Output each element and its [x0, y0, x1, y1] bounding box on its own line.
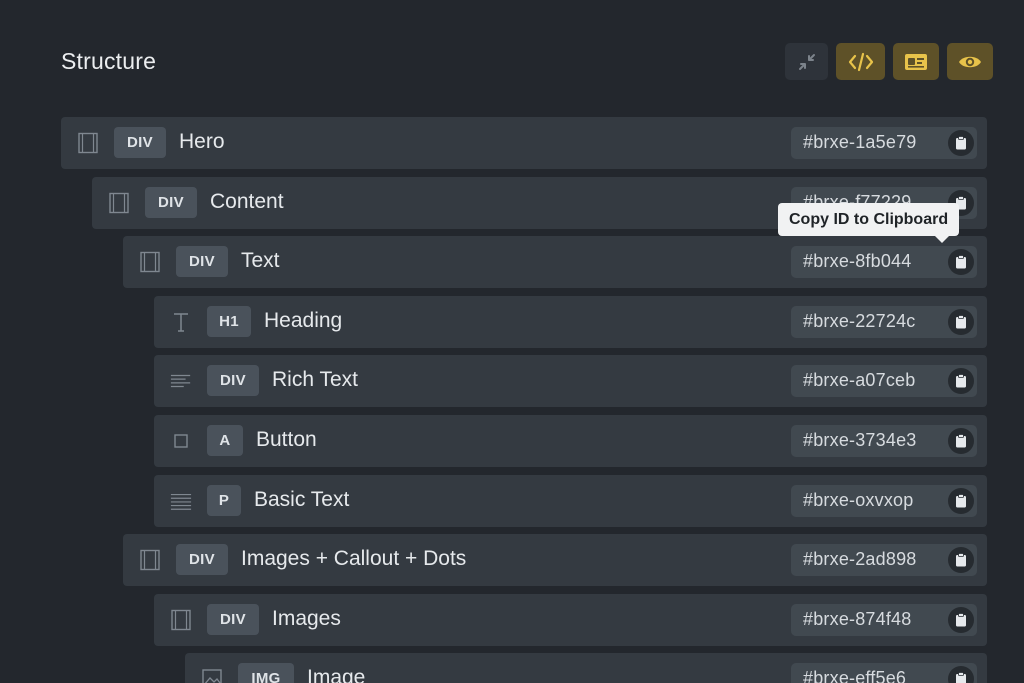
structure-row[interactable]: DIV Text #brxe-8fb044 — [123, 236, 987, 288]
element-id-field: #brxe-eff5e6 — [791, 663, 977, 683]
element-label: Content — [210, 190, 284, 213]
rich-text-icon — [170, 370, 192, 392]
structure-row[interactable]: DIV Rich Text #brxe-a07ceb — [154, 355, 987, 407]
element-tag-badge: A — [207, 425, 243, 456]
element-tag-badge: DIV — [207, 604, 259, 635]
element-id-text: #brxe-874f48 — [803, 609, 912, 629]
element-tag-badge: IMG — [238, 663, 294, 683]
structure-row[interactable]: P Basic Text #brxe-oxvxop — [154, 475, 987, 527]
container-icon — [139, 549, 161, 571]
copy-id-button[interactable] — [948, 488, 974, 514]
container-icon — [77, 132, 99, 154]
element-id-field: #brxe-oxvxop — [791, 485, 977, 517]
structure-row[interactable]: DIV Hero #brxe-1a5e79 — [61, 117, 987, 169]
copy-id-tooltip: Copy ID to Clipboard — [778, 203, 960, 243]
copy-id-button[interactable] — [948, 130, 974, 156]
clipboard-icon — [955, 136, 967, 150]
structure-panel: Structure DIV Hero #brxe-1a5e79 DIV Cont… — [0, 0, 1024, 683]
button-icon — [170, 430, 192, 452]
element-id-field: #brxe-8fb044 — [791, 246, 977, 278]
structure-tree: DIV Hero #brxe-1a5e79 DIV Content #brxe-f7722… — [0, 0, 1024, 683]
element-tag-badge: DIV — [176, 246, 228, 277]
element-label: Hero — [179, 130, 225, 153]
element-id-field: #brxe-1a5e79 — [791, 127, 977, 159]
clipboard-icon — [955, 315, 967, 329]
element-id-text: #brxe-22724c — [803, 311, 916, 331]
clipboard-icon — [955, 672, 967, 683]
structure-row[interactable]: A Button #brxe-3734e3 — [154, 415, 987, 467]
heading-icon — [170, 311, 192, 333]
structure-row[interactable]: IMG Image #brxe-eff5e6 — [185, 653, 987, 683]
element-tag-badge: DIV — [207, 365, 259, 396]
element-id-text: #brxe-a07ceb — [803, 370, 916, 390]
element-tag-badge: H1 — [207, 306, 251, 337]
element-label: Button — [256, 428, 317, 451]
element-label: Heading — [264, 309, 343, 332]
structure-row[interactable]: DIV Images + Callout + Dots #brxe-2ad898 — [123, 534, 987, 586]
element-label: Rich Text — [272, 368, 358, 391]
clipboard-icon — [955, 255, 967, 269]
element-label: Images + Callout + Dots — [241, 547, 467, 570]
copy-id-button[interactable] — [948, 368, 974, 394]
element-label: Images — [272, 607, 341, 630]
clipboard-icon — [955, 613, 967, 627]
structure-row[interactable]: H1 Heading #brxe-22724c — [154, 296, 987, 348]
clipboard-icon — [955, 494, 967, 508]
copy-id-button[interactable] — [948, 428, 974, 454]
copy-id-button[interactable] — [948, 607, 974, 633]
element-id-field: #brxe-2ad898 — [791, 544, 977, 576]
container-icon — [139, 251, 161, 273]
copy-id-button[interactable] — [948, 547, 974, 573]
element-id-text: #brxe-oxvxop — [803, 490, 914, 510]
element-tag-badge: DIV — [114, 127, 166, 158]
element-id-text: #brxe-1a5e79 — [803, 132, 917, 152]
clipboard-icon — [955, 374, 967, 388]
clipboard-icon — [955, 553, 967, 567]
element-id-text: #brxe-8fb044 — [803, 251, 912, 271]
text-lines-icon — [170, 490, 192, 512]
element-id-text: #brxe-2ad898 — [803, 549, 917, 569]
element-id-field: #brxe-a07ceb — [791, 365, 977, 397]
element-id-text: #brxe-3734e3 — [803, 430, 917, 450]
structure-row[interactable]: DIV Images #brxe-874f48 — [154, 594, 987, 646]
element-tag-badge: DIV — [176, 544, 228, 575]
image-icon — [201, 668, 223, 683]
element-tag-badge: P — [207, 485, 241, 516]
container-icon — [108, 192, 130, 214]
element-id-field: #brxe-3734e3 — [791, 425, 977, 457]
element-label: Text — [241, 249, 280, 272]
element-label: Image — [307, 666, 366, 683]
clipboard-icon — [955, 434, 967, 448]
element-id-text: #brxe-eff5e6 — [803, 668, 907, 683]
element-id-field: #brxe-874f48 — [791, 604, 977, 636]
container-icon — [170, 609, 192, 631]
copy-id-button[interactable] — [948, 309, 974, 335]
element-label: Basic Text — [254, 488, 350, 511]
copy-id-button[interactable] — [948, 249, 974, 275]
element-id-field: #brxe-22724c — [791, 306, 977, 338]
copy-id-button[interactable] — [948, 666, 974, 683]
element-tag-badge: DIV — [145, 187, 197, 218]
